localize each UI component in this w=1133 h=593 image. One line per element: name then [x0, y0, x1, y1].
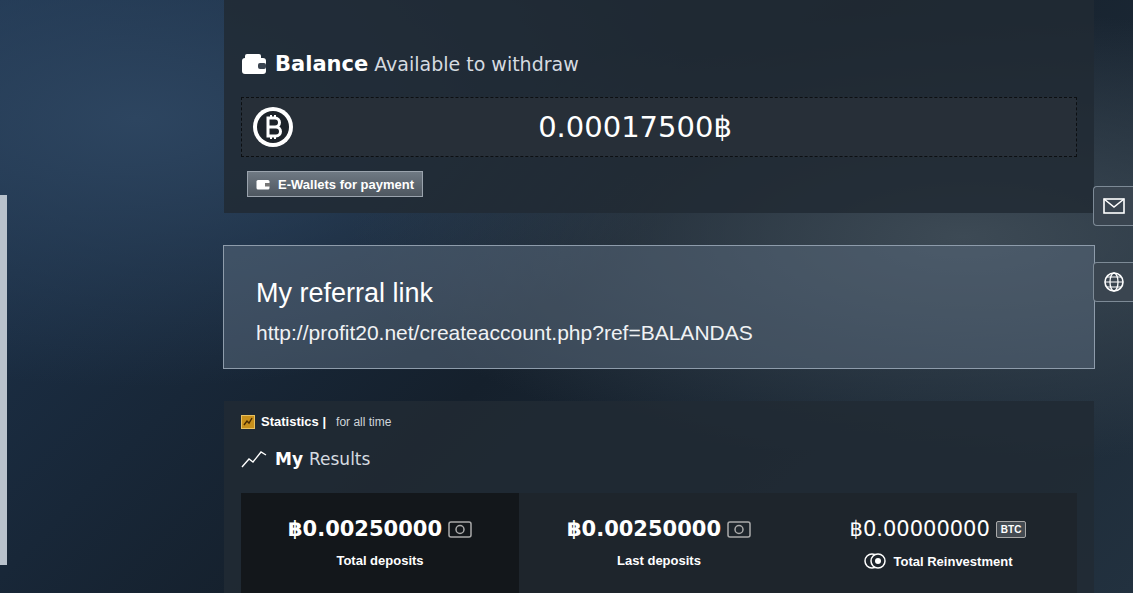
result-value: ฿0.00250000 [288, 517, 442, 541]
result-value-row: ฿0.00250000 [567, 517, 751, 541]
cash-icon [448, 519, 472, 539]
mail-icon [1103, 197, 1125, 215]
statistics-header: Statistics | for all time [241, 414, 1077, 429]
result-label-row: Total deposits [336, 553, 423, 568]
result-label: Total deposits [336, 553, 423, 568]
balance-panel: Balance Available to withdraw 0.00017500… [224, 0, 1094, 213]
result-label: Last deposits [617, 553, 701, 568]
balance-box: 0.00017500฿ [241, 97, 1077, 157]
referral-title: My referral link [256, 276, 1062, 310]
results-light: Results [309, 449, 370, 469]
statistics-icon [241, 415, 255, 429]
cash-icon [727, 519, 751, 539]
statistics-title: Statistics | [261, 414, 326, 429]
balance-title: Balance [275, 52, 368, 76]
coins-icon [864, 553, 890, 569]
result-label-row: Total Reinvestment [864, 553, 1013, 569]
balance-header: Balance Available to withdraw [241, 50, 579, 78]
result-card: ฿0.00250000 Total deposits [241, 493, 519, 593]
results-grid: ฿0.00250000 Total deposits฿0.00250000 La… [241, 493, 1077, 593]
result-card: ฿0.00000000 BTC Total Reinvestment [799, 493, 1077, 593]
results-bold: My [275, 449, 303, 469]
e-wallets-label: E-Wallets for payment [278, 177, 414, 192]
side-tools [1093, 186, 1133, 302]
mail-button[interactable] [1093, 186, 1133, 226]
result-label-row: Last deposits [617, 553, 701, 568]
globe-button[interactable] [1093, 262, 1133, 302]
balance-subtitle: Available to withdraw [374, 53, 579, 75]
currency-badge: BTC [996, 521, 1027, 538]
bitcoin-icon [252, 106, 294, 148]
dashboard-page: Balance Available to withdraw 0.00017500… [0, 0, 1133, 593]
balance-value: 0.00017500฿ [294, 110, 1066, 144]
result-value-row: ฿0.00000000 BTC [850, 517, 1027, 541]
referral-link[interactable]: http://profit20.net/createaccount.php?re… [256, 320, 1062, 346]
result-value: ฿0.00000000 [850, 517, 990, 541]
result-card: ฿0.00250000 Last deposits [519, 493, 799, 593]
result-value-row: ฿0.00250000 [288, 517, 472, 541]
results-heading: My Results [241, 449, 1077, 469]
wallet-small-icon [256, 178, 270, 190]
referral-panel: My referral link http://profit20.net/cre… [223, 245, 1095, 369]
main-column: Balance Available to withdraw 0.00017500… [224, 0, 1094, 593]
side-panel-edge [0, 195, 7, 565]
globe-icon [1103, 271, 1125, 293]
wallet-icon [241, 53, 267, 75]
result-value: ฿0.00250000 [567, 517, 721, 541]
result-label: Total Reinvestment [894, 554, 1013, 569]
trend-icon [241, 449, 267, 469]
statistics-period: for all time [336, 415, 391, 429]
statistics-panel: Statistics | for all time My Results ฿0.… [224, 401, 1094, 593]
e-wallets-button[interactable]: E-Wallets for payment [247, 171, 423, 197]
